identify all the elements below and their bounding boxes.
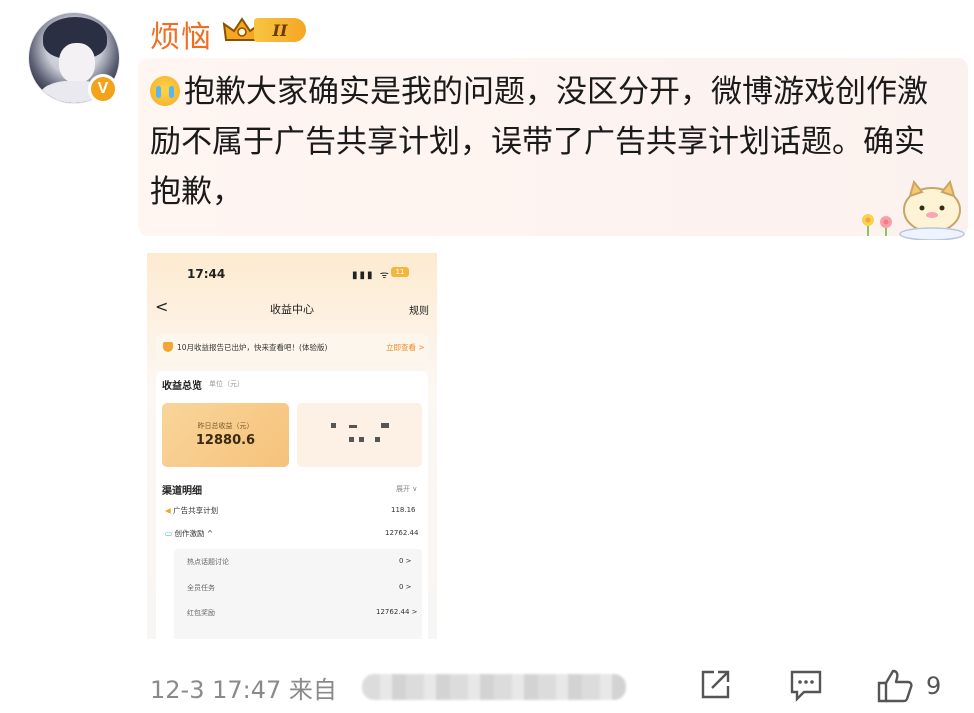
rules-link: 规则 xyxy=(409,306,429,317)
yesterday-label: 昨日总收益（元） xyxy=(197,422,254,430)
share-icon xyxy=(701,670,730,699)
comment-button[interactable] xyxy=(788,668,824,702)
channel-value: 12762.44 xyxy=(385,529,419,537)
post-timestamp: 12-3 17:47 来自 xyxy=(150,676,337,704)
sub-row-value: 12762.44 > xyxy=(376,608,418,616)
redacted-source xyxy=(362,674,626,700)
redaction-mark xyxy=(331,423,336,428)
redaction-mark xyxy=(349,437,354,442)
channel-row: ▭ 创作激励 ^ xyxy=(165,528,213,539)
redaction-mark xyxy=(349,425,357,428)
overview-title: 收益总览 xyxy=(162,381,202,392)
report-notice: 10月收益报告已出炉，快来查看吧！(体验版) 立即查看 > xyxy=(156,334,428,362)
sub-row-label: 红包奖励 xyxy=(187,609,215,617)
sub-row-value: 0 > xyxy=(399,557,412,565)
cat-sticker-icon xyxy=(862,179,965,240)
yesterday-value: 12880.6 xyxy=(195,433,256,448)
channel-row: ◀ 广告共享计划 xyxy=(165,505,218,516)
redaction-mark xyxy=(381,423,389,428)
sub-row-label: 热点话题讨论 xyxy=(187,558,229,566)
notice-text: 10月收益报告已出炉，快来查看吧！(体验版) xyxy=(177,343,328,352)
screen-title: 收益中心 xyxy=(270,303,314,316)
expand-toggle: 展开 ∨ xyxy=(396,485,418,493)
avatar-face xyxy=(59,43,95,83)
sub-row-label: 全员任务 xyxy=(187,584,215,592)
speaker-icon xyxy=(163,342,173,352)
channel-title: 渠道明细 xyxy=(162,486,202,497)
battery-icon: 11 xyxy=(391,267,409,277)
channel-label: 创作激励 ^ xyxy=(174,529,214,538)
income-screenshot[interactable]: 17:44 ▮▮▮ ᯤ 11 < 收益中心 规则 10月收益报告已出炉，快来查看… xyxy=(147,253,437,639)
comment-text: 抱歉大家确实是我的问题，没区分开，微博游戏创作激励不属于广告共享计划，误带了广告… xyxy=(150,67,940,217)
crying-face-icon xyxy=(150,76,180,106)
level-number: II xyxy=(254,18,306,42)
status-time: 17:44 xyxy=(187,267,226,281)
comment-icon xyxy=(790,670,822,702)
yesterday-income-card: 昨日总收益（元） 12880.6 xyxy=(162,403,289,467)
redaction-mark xyxy=(375,437,380,442)
channel-value: 118.16 xyxy=(391,506,416,514)
redaction-mark xyxy=(359,437,364,442)
comment-body: 抱歉大家确实是我的问题，没区分开，微博游戏创作激励不属于广告共享计划，误带了广告… xyxy=(150,74,928,210)
like-button[interactable] xyxy=(876,668,914,704)
signal-wifi-icon: ▮▮▮ ᯤ xyxy=(352,270,391,281)
overview-unit: 单位（元） xyxy=(209,380,244,388)
like-icon xyxy=(877,669,913,703)
notice-link: 立即查看 > xyxy=(386,343,425,352)
like-count: 9 xyxy=(926,672,942,700)
sub-row-value: 0 > xyxy=(399,583,412,591)
username[interactable]: 烦恼 xyxy=(150,12,212,56)
channel-label: 广告共享计划 xyxy=(173,506,219,515)
redacted-card xyxy=(297,403,422,467)
verified-badge: V xyxy=(88,74,118,104)
level-badge: II xyxy=(222,14,310,44)
share-button[interactable] xyxy=(698,668,732,702)
ad-icon: ◀ xyxy=(165,506,174,515)
